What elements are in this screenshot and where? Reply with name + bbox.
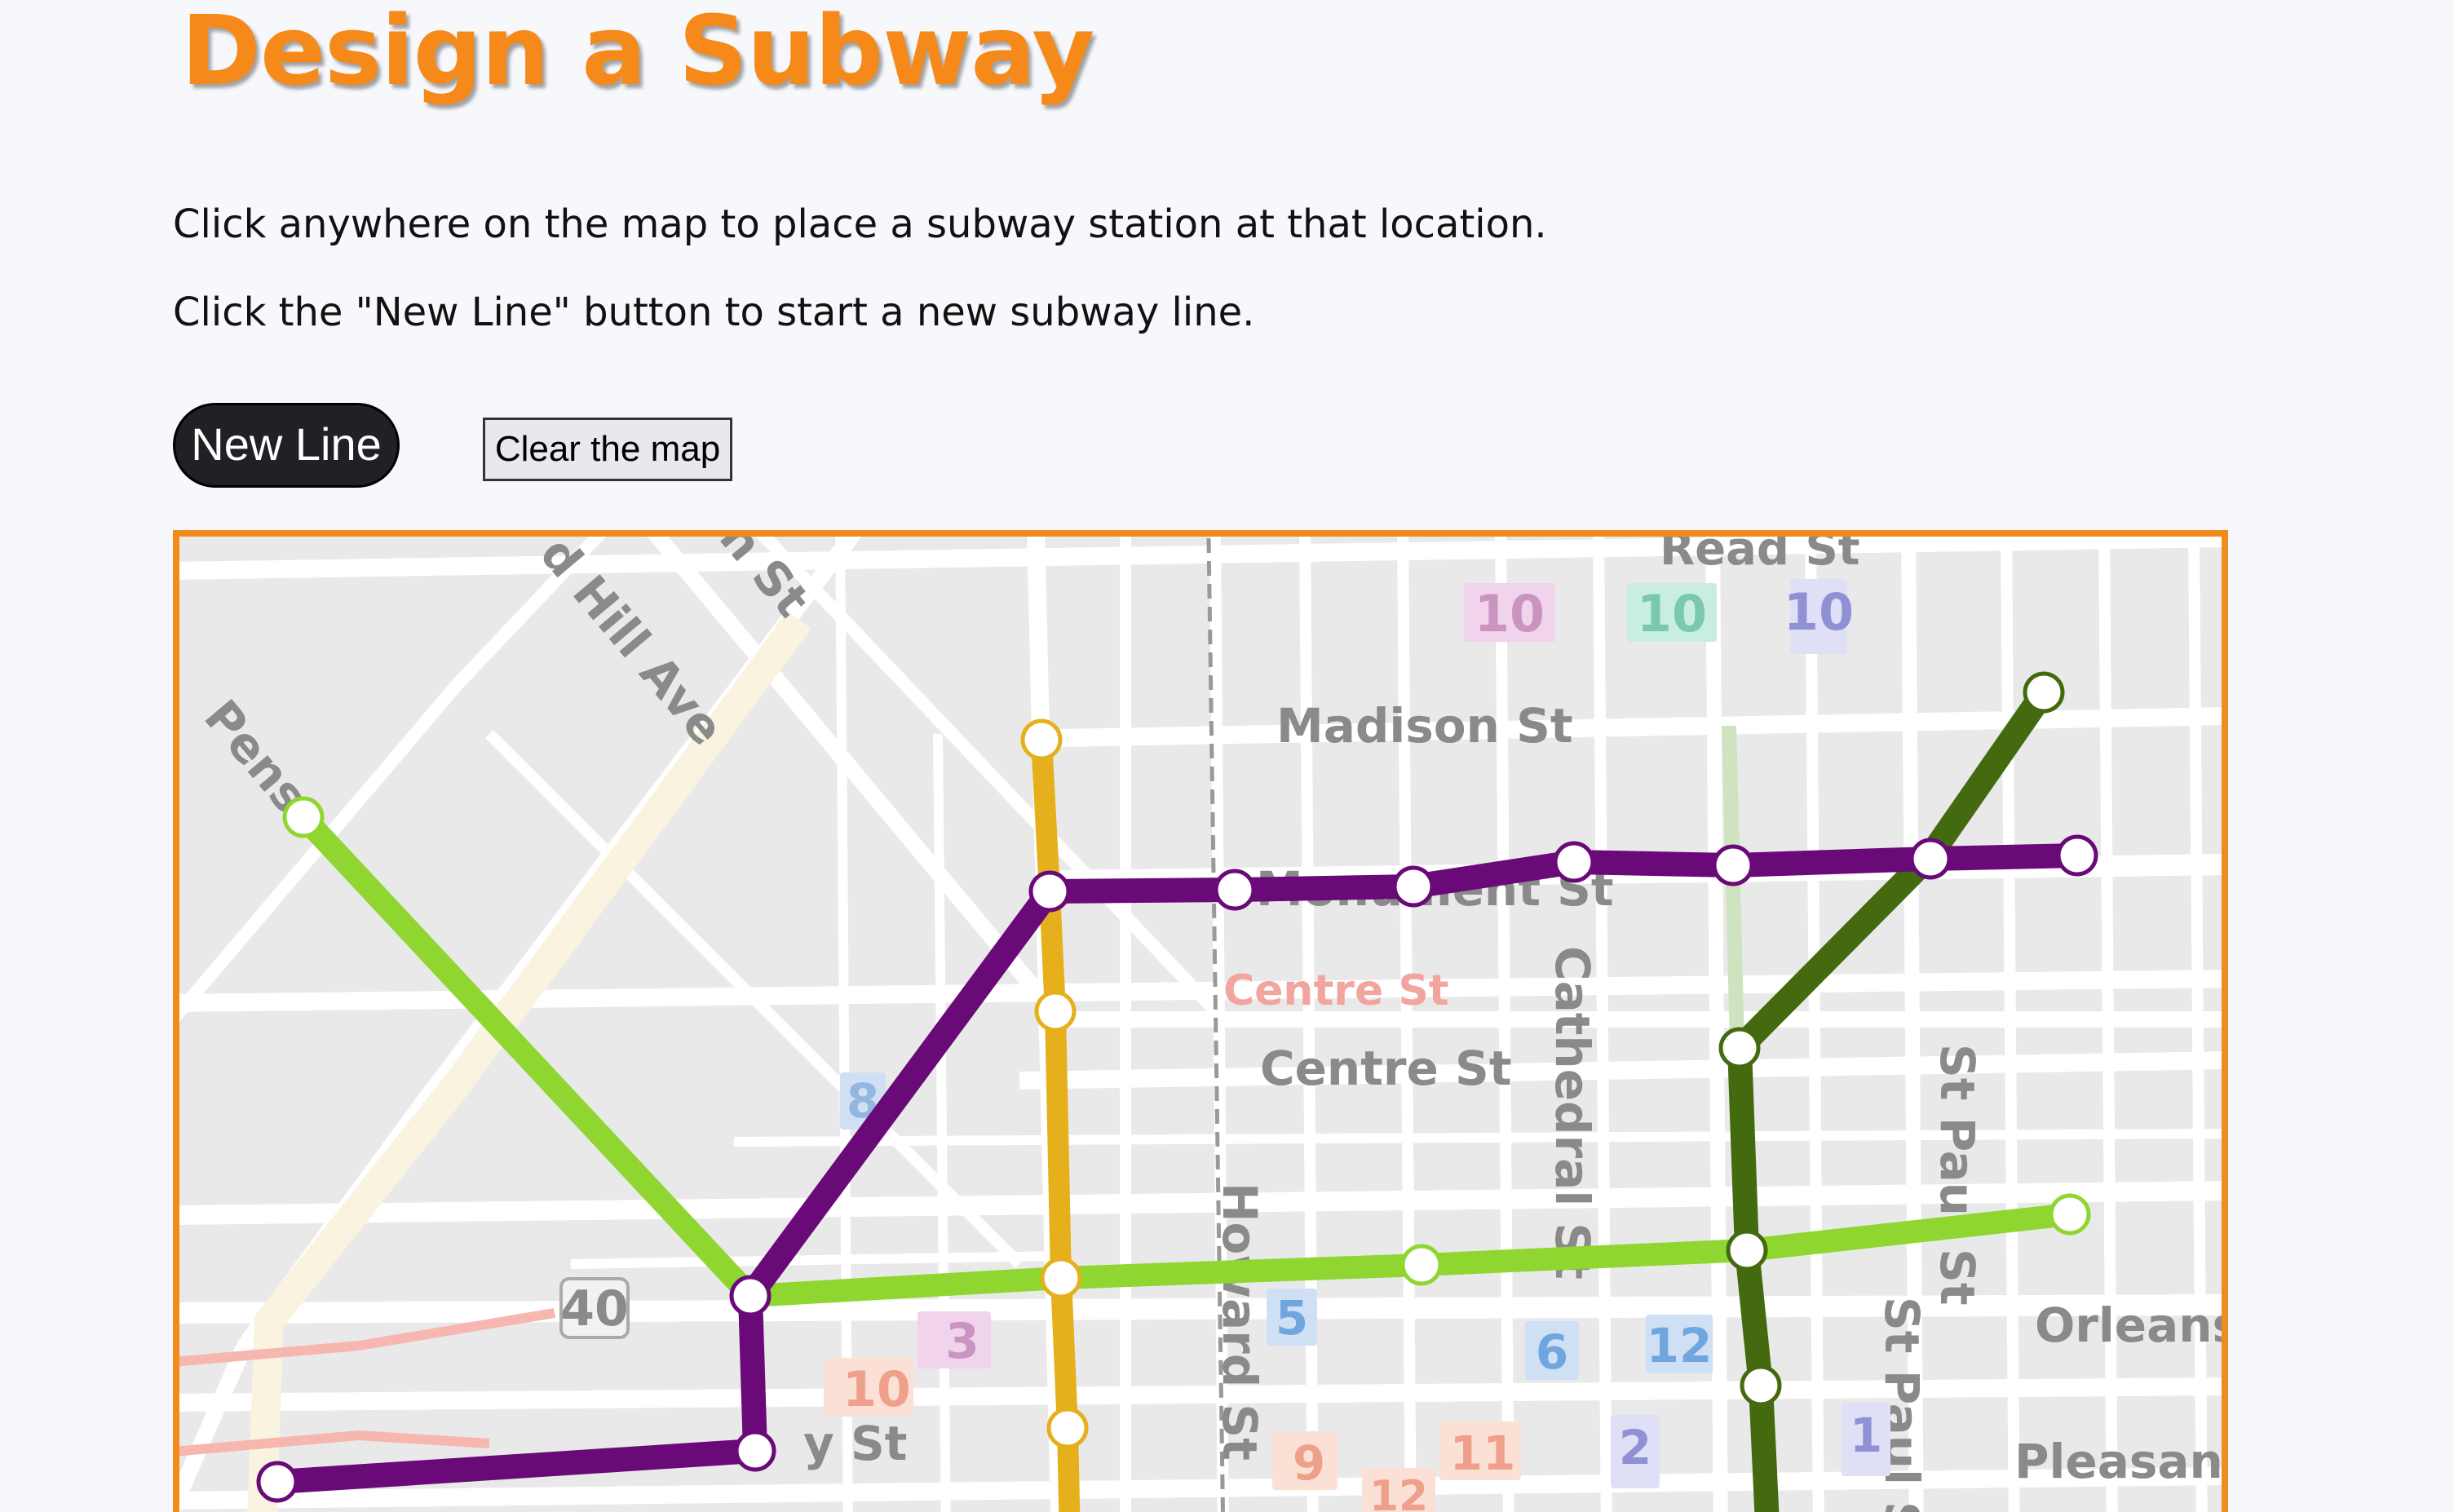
transit-icon-4: 12 <box>1646 1315 1713 1373</box>
hotel-icon: 10 <box>1784 579 1854 654</box>
svg-text:12: 12 <box>1369 1472 1428 1512</box>
map-canvas[interactable]: Read St Madison St Monument St Centre St… <box>173 530 2228 1512</box>
bar-icon: 10 <box>1464 583 1555 643</box>
clear-map-button[interactable]: Clear the map <box>483 418 732 481</box>
subway-map[interactable]: Read St Madison St Monument St Centre St… <box>173 530 2228 1512</box>
svg-text:10: 10 <box>1475 584 1545 643</box>
station-marker <box>1718 1027 1761 1069</box>
station-marker <box>1028 870 1071 913</box>
svg-text:11: 11 <box>1450 1426 1516 1481</box>
transit-icon-2: 5 <box>1267 1289 1317 1346</box>
label-centre-st: Centre St <box>1260 1041 1512 1096</box>
svg-text:10: 10 <box>1637 584 1707 643</box>
bar-icon-2: 3 <box>917 1311 991 1370</box>
label-mulberry: y St <box>803 1416 908 1471</box>
station-marker <box>1046 1407 1089 1449</box>
label-howard-st: Howard St <box>1212 1183 1267 1461</box>
station-marker <box>282 796 325 838</box>
new-line-button[interactable]: New Line <box>173 403 400 488</box>
svg-text:3: 3 <box>945 1313 979 1370</box>
svg-text:10: 10 <box>1784 582 1854 642</box>
hotel-icon-3: 1 <box>1842 1403 1890 1476</box>
svg-text:40: 40 <box>560 1280 629 1337</box>
page: Design a Subway Click anywhere on the ma… <box>0 0 2454 1512</box>
restaurant-icon-3: 11 <box>1439 1421 1521 1481</box>
station-marker <box>2056 834 2098 877</box>
restaurant-icon: 10 <box>824 1358 913 1418</box>
station-marker <box>1020 718 1063 761</box>
station-marker <box>734 1430 776 1472</box>
label-orleans: Orleans <box>2035 1298 2228 1353</box>
hotel-icon-2: 2 <box>1611 1415 1660 1488</box>
station-marker <box>2023 671 2065 714</box>
station-marker <box>256 1461 298 1503</box>
label-pleasant: Pleasant <box>2014 1434 2228 1489</box>
station-marker <box>1392 865 1435 908</box>
shop-icon: 10 <box>1627 583 1717 643</box>
svg-text:9: 9 <box>1293 1435 1325 1491</box>
label-st-paul-st: St Paul St <box>1930 1044 1985 1306</box>
station-marker <box>1726 1229 1768 1271</box>
label-madison-st: Madison St <box>1276 698 1573 754</box>
station-marker <box>1214 869 1256 911</box>
label-cathedral-st: Cathedral St <box>1545 946 1600 1280</box>
instruction-new-line: Click the "New Line" button to start a n… <box>173 290 1255 335</box>
page-title: Design a Subway <box>181 0 1094 107</box>
restaurant-icon-2: 9 <box>1272 1431 1338 1491</box>
restaurant-icon-4: 12 <box>1362 1468 1435 1512</box>
label-read-st: Read St <box>1660 530 1860 576</box>
svg-text:10: 10 <box>842 1361 911 1418</box>
station-marker <box>1400 1244 1443 1286</box>
station-marker <box>1740 1364 1782 1407</box>
station-marker <box>1553 841 1595 883</box>
svg-text:1: 1 <box>1850 1408 1882 1463</box>
station-marker <box>729 1275 772 1317</box>
svg-text:5: 5 <box>1276 1290 1308 1346</box>
station-marker <box>1909 838 1952 880</box>
route-40-shield: 40 <box>559 1277 630 1339</box>
svg-text:12: 12 <box>1647 1318 1713 1373</box>
station-marker <box>2049 1193 2091 1236</box>
svg-text:2: 2 <box>1619 1420 1651 1475</box>
station-marker <box>1712 844 1754 886</box>
label-centre-st-upper: Centre St <box>1223 966 1449 1015</box>
transit-icon-3: 6 <box>1525 1321 1579 1380</box>
station-marker <box>1040 1257 1082 1299</box>
instruction-place-station: Click anywhere on the map to place a sub… <box>173 201 1547 247</box>
station-marker <box>1034 990 1077 1032</box>
svg-text:6: 6 <box>1536 1324 1568 1380</box>
